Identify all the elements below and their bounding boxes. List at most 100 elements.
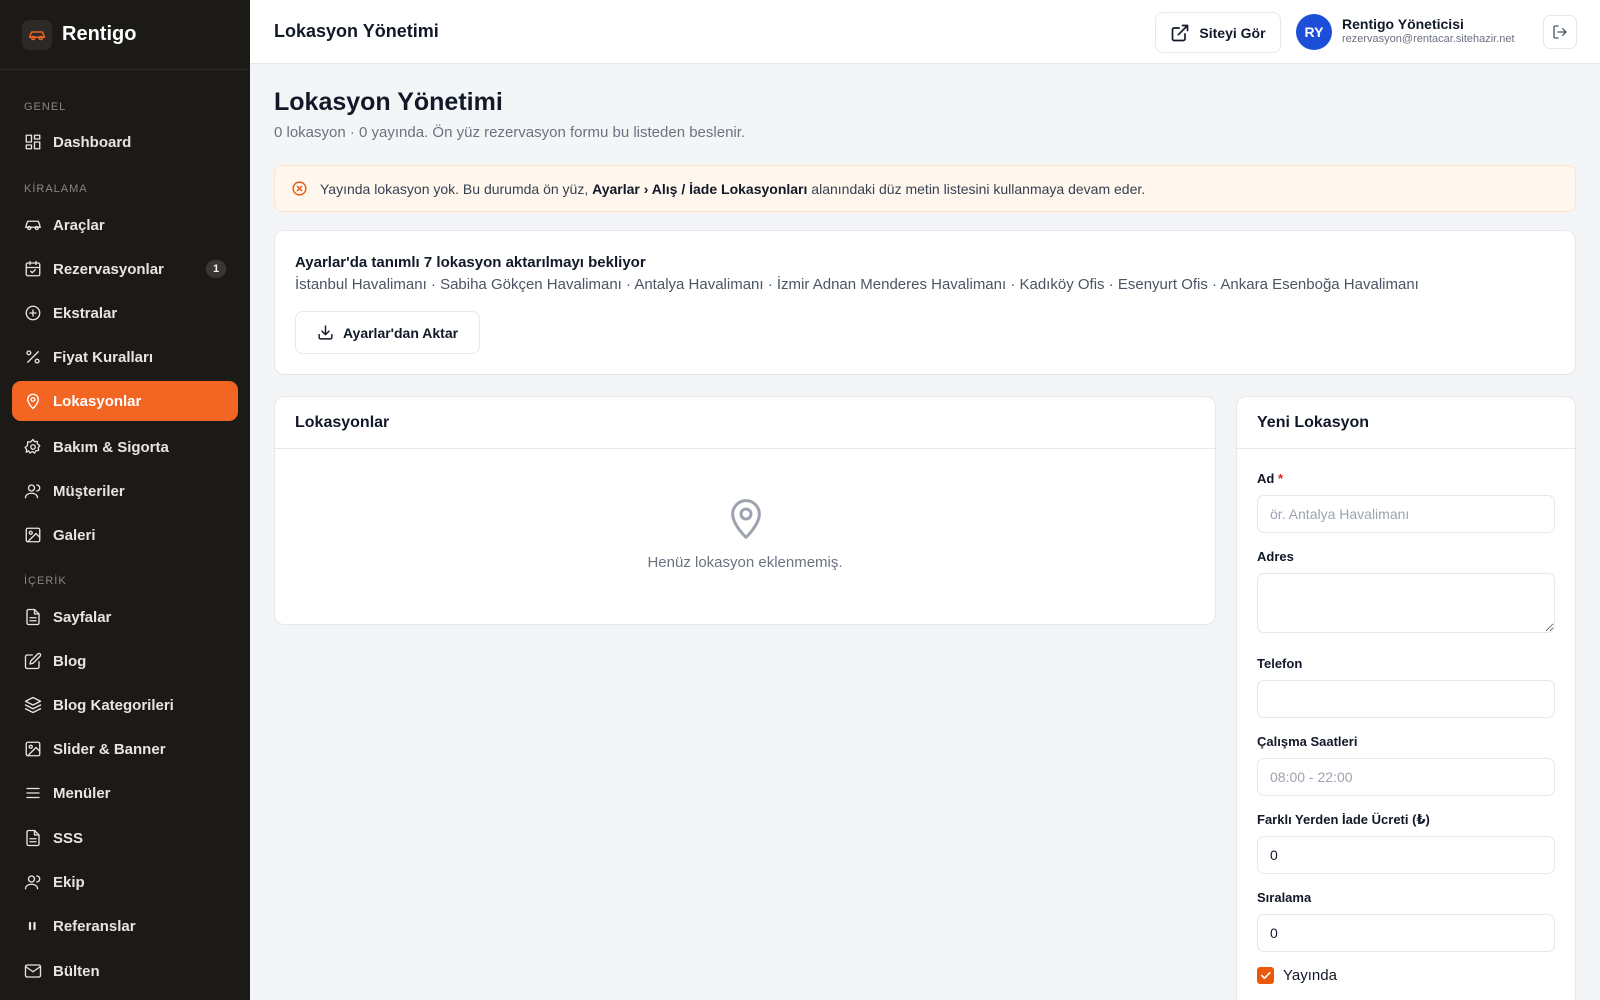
view-site-button[interactable]: Siteyi Gör — [1155, 12, 1281, 53]
image-icon — [24, 740, 42, 758]
section-icerik: İÇERİK — [0, 571, 67, 591]
sidebar-item-galeri[interactable]: Galeri — [12, 515, 238, 555]
sidebar-item-label: Blog — [53, 652, 87, 670]
address-textarea[interactable] — [1257, 573, 1555, 633]
section-label: İÇERİK — [24, 575, 67, 587]
map-pin-icon — [24, 392, 42, 410]
brand-name: Rentigo — [62, 23, 137, 45]
phone-input[interactable] — [1257, 680, 1555, 718]
section-kiralama: KİRALAMA — [0, 179, 88, 199]
users-icon — [24, 873, 42, 891]
hours-label: Çalışma Saatleri — [1257, 734, 1358, 749]
sidebar-item-label: SSS — [53, 829, 84, 847]
locations-card-title: Lokasyonlar — [275, 397, 1215, 449]
sidebar-item-label: Blog Kategorileri — [53, 696, 174, 714]
required-mark: * — [1277, 471, 1284, 486]
return-fee-label: Farklı Yerden İade Ücreti (₺) — [1257, 812, 1430, 827]
sidebar-item-blog[interactable]: Blog — [12, 641, 238, 681]
warning-alert: Yayında lokasyon yok. Bu durumda ön yüz,… — [274, 165, 1576, 212]
logout-button[interactable] — [1543, 15, 1577, 49]
sidebar-item-label: Dashboard — [53, 133, 132, 151]
sidebar-item-label: Sayfalar — [53, 608, 112, 626]
empty-state-text: Henüz lokasyon eklenmemiş. — [647, 554, 843, 571]
edit-icon — [24, 652, 42, 670]
address-label: Adres — [1257, 549, 1294, 564]
file-icon — [24, 608, 42, 626]
layers-icon — [24, 696, 42, 714]
gear-icon — [24, 438, 42, 456]
image-icon — [24, 526, 42, 544]
reservation-count-badge: 1 — [206, 260, 226, 278]
sidebar-item-label: Rezervasyonlar — [53, 260, 164, 278]
logout-icon — [1553, 25, 1567, 39]
sidebar-item-label: Müşteriler — [53, 482, 125, 500]
sidebar-item-bakim-sigorta[interactable]: Bakım & Sigorta — [12, 427, 238, 467]
sidebar-item-label: Ekip — [53, 873, 85, 891]
name-input[interactable] — [1257, 495, 1555, 533]
section-genel: GENEL — [0, 97, 66, 117]
view-site-label: Siteyi Gör — [1199, 24, 1266, 41]
published-toggle[interactable]: Yayında — [1257, 967, 1337, 984]
avatar[interactable]: RY — [1296, 14, 1332, 50]
sidebar-item-lokasyonlar[interactable]: Lokasyonlar — [12, 381, 238, 421]
download-icon — [318, 325, 333, 340]
import-button-label: Ayarlar'dan Aktar — [342, 324, 459, 341]
import-title: Ayarlar'da tanımlı 7 lokasyon aktarılmay… — [295, 254, 646, 271]
percent-icon — [24, 348, 42, 366]
sidebar-item-label: Ekstralar — [53, 304, 118, 322]
sidebar-item-blog-kategorileri[interactable]: Blog Kategorileri — [12, 685, 238, 725]
import-location-list: İstanbul Havalimanı · Sabiha Gökçen Hava… — [295, 276, 1419, 293]
name-label-text: Ad — [1257, 471, 1275, 486]
name-label: Ad * — [1257, 471, 1283, 486]
phone-label: Telefon — [1257, 656, 1303, 671]
external-link-icon — [1172, 24, 1189, 41]
sidebar-item-referanslar[interactable]: Referanslar — [12, 906, 238, 946]
mail-icon — [24, 962, 42, 980]
car-icon — [24, 216, 42, 234]
sidebar-item-label: Bakım & Sigorta — [53, 438, 169, 456]
return-fee-input[interactable] — [1257, 836, 1555, 874]
car-icon — [22, 19, 52, 50]
quote-icon — [24, 917, 42, 935]
user-email: rezervasyon@rentacar.sitehazir.net — [1342, 33, 1515, 45]
form-title: Yeni Lokasyon — [1237, 397, 1575, 449]
section-label: GENEL — [24, 101, 67, 113]
sidebar-item-label: Galeri — [53, 526, 96, 544]
file-icon — [24, 829, 42, 847]
order-label: Sıralama — [1257, 890, 1312, 905]
menu-icon — [24, 784, 42, 802]
locations-list-card: Lokasyonlar Henüz lokasyon eklenmemiş. — [274, 396, 1216, 625]
sidebar-item-sayfalar[interactable]: Sayfalar — [12, 597, 238, 637]
brand[interactable]: Rentigo — [0, 0, 250, 70]
sidebar-item-label: Fiyat Kuralları — [53, 348, 154, 366]
users-icon — [24, 482, 42, 500]
published-checkbox[interactable] — [1257, 967, 1274, 984]
sidebar-item-araclar[interactable]: Araçlar — [12, 205, 238, 245]
sidebar-item-label: Araçlar — [53, 216, 105, 234]
topbar: Lokasyon Yönetimi Siteyi Gör RY Rentigo … — [250, 0, 1600, 64]
calendar-icon — [24, 260, 42, 278]
new-location-form: Yeni Lokasyon Ad * Adres Telefon Çalışma… — [1236, 396, 1576, 1000]
sidebar-item-menuler[interactable]: Menüler — [12, 773, 238, 813]
sidebar-item-ekstralar[interactable]: Ekstralar — [12, 293, 238, 333]
map-pin-icon — [726, 497, 766, 541]
order-input[interactable] — [1257, 914, 1555, 952]
section-label: KİRALAMA — [24, 183, 88, 195]
sidebar-item-label: Referanslar — [53, 917, 136, 935]
alert-settings-path: Ayarlar › Alış / İade Lokasyonları — [592, 180, 808, 197]
sidebar: Rentigo GENEL Dashboard KİRALAMA Araçlar… — [0, 0, 250, 1000]
sidebar-item-fiyat-kurallari[interactable]: Fiyat Kuralları — [12, 337, 238, 377]
sidebar-item-rezervasyonlar[interactable]: Rezervasyonlar 1 — [12, 249, 238, 289]
sidebar-item-bulten[interactable]: Bülten — [12, 951, 238, 991]
alert-text-before: Yayında lokasyon yok. Bu durumda ön yüz, — [320, 180, 593, 197]
user-name: Rentigo Yöneticisi — [1342, 16, 1464, 32]
sidebar-item-slider-banner[interactable]: Slider & Banner — [12, 729, 238, 769]
header-title: Lokasyon Yönetimi — [274, 21, 439, 41]
sidebar-item-sss[interactable]: SSS — [12, 818, 238, 858]
sidebar-item-musteriler[interactable]: Müşteriler — [12, 471, 238, 511]
sidebar-item-ekip[interactable]: Ekip — [12, 862, 238, 902]
sidebar-item-dashboard[interactable]: Dashboard — [12, 122, 238, 162]
import-from-settings-button[interactable]: Ayarlar'dan Aktar — [295, 311, 480, 354]
hours-input[interactable] — [1257, 758, 1555, 796]
x-circle-icon — [292, 181, 307, 196]
